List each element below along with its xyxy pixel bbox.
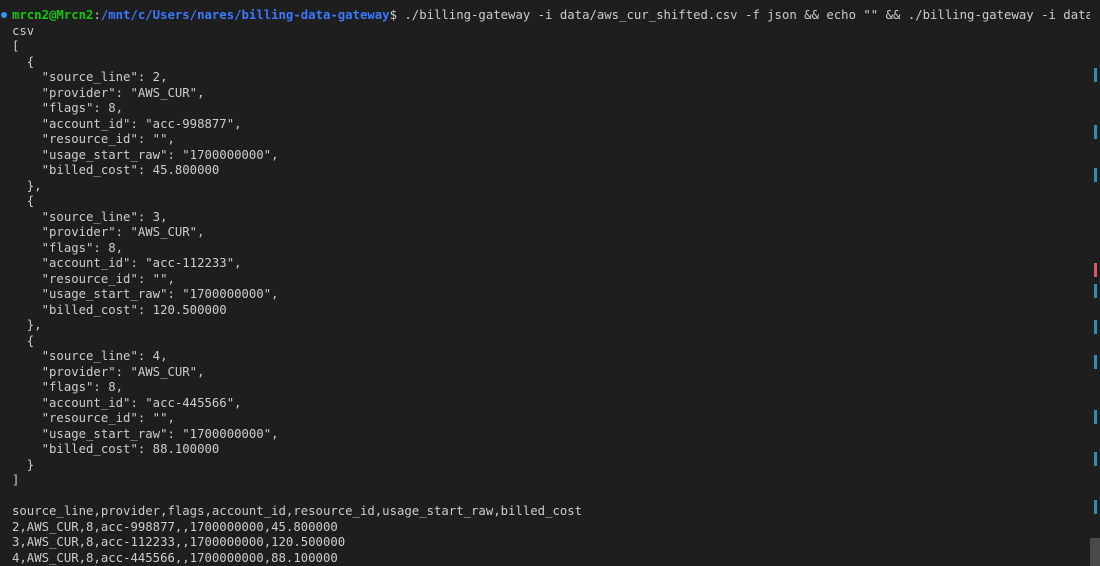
scrollbar-marker: [1094, 284, 1097, 298]
json-output-line: "usage_start_raw": "1700000000",: [12, 287, 279, 301]
json-output-line: "source_line": 3,: [12, 209, 168, 224]
json-output-line: "flags": 8,: [12, 240, 124, 255]
json-output-line: {: [12, 333, 35, 348]
json-output-line: "billed_cost": 120.500000: [12, 302, 227, 317]
scrollbar-marker: [1094, 125, 1097, 139]
json-output-line: "account_id": "acc-445566",: [12, 395, 242, 410]
json-output-line: "flags": 8,: [12, 101, 124, 115]
command-text: ./billing-gateway -i data/aws_cur_shifte…: [404, 8, 1090, 22]
json-output-line: "provider": "AWS_CUR",: [12, 364, 205, 379]
json-output-line: [: [12, 39, 20, 53]
json-output-line: "account_id": "acc-998877",: [12, 116, 242, 131]
json-output-line: "billed_cost": 88.100000: [12, 442, 220, 456]
prompt-path: /mnt/c/Users/nares/billing-data-gateway: [100, 8, 390, 22]
prompt-dollar: $: [389, 8, 397, 22]
json-output-line: {: [12, 54, 35, 69]
json-output-line: "source_line": 4,: [12, 349, 168, 363]
command-continuation: csv: [12, 23, 35, 38]
json-output-block: [ { "source_line": 2, "provider": "AWS_C…: [12, 39, 1090, 504]
csv-output-line: 3,AWS_CUR,8,acc-112233,,1700000000,120.5…: [12, 535, 346, 549]
csv-output-block: source_line,provider,flags,account_id,re…: [12, 504, 1090, 566]
json-output-line: "account_id": "acc-112233",: [12, 256, 242, 270]
terminal-output[interactable]: mrcn2@Mrcn2:/mnt/c/Users/nares/billing-d…: [0, 0, 1090, 566]
scrollbar-marker: [1094, 263, 1097, 277]
scrollbar-marker: [1094, 452, 1097, 466]
json-output-line: "source_line": 2,: [12, 70, 168, 84]
json-output-line: },: [12, 178, 42, 193]
csv-output-line: 2,AWS_CUR,8,acc-998877,,1700000000,45.80…: [12, 519, 338, 534]
scrollbar-marker: [1094, 168, 1097, 182]
json-output-line: "provider": "AWS_CUR",: [12, 225, 205, 239]
json-output-line: ]: [12, 473, 20, 487]
scrollbar-thumb[interactable]: [1090, 538, 1100, 566]
prompt-line: mrcn2@Mrcn2:/mnt/c/Users/nares/billing-d…: [12, 8, 1090, 24]
json-output-line: "flags": 8,: [12, 380, 124, 394]
prompt-user-host: mrcn2@Mrcn2: [12, 8, 94, 22]
json-output-line: "usage_start_raw": "1700000000",: [12, 426, 279, 441]
json-output-line: "billed_cost": 45.800000: [12, 163, 220, 177]
json-output-line: "resource_id": "",: [12, 411, 175, 425]
json-output-line: [12, 489, 1090, 505]
scrollbar-marker: [1094, 500, 1097, 514]
json-output-line: },: [12, 318, 42, 332]
prompt-colon: :: [93, 8, 101, 22]
json-output-line: "resource_id": "",: [12, 132, 175, 146]
json-output-line: }: [12, 457, 35, 472]
csv-output-line: 4,AWS_CUR,8,acc-445566,,1700000000,88.10…: [12, 550, 338, 565]
terminal-scrollbar[interactable]: [1090, 0, 1100, 566]
json-output-line: {: [12, 194, 35, 208]
scrollbar-marker: [1094, 320, 1097, 334]
json-output-line: "resource_id": "",: [12, 271, 175, 286]
scrollbar-marker: [1094, 68, 1097, 82]
json-output-line: "usage_start_raw": "1700000000",: [12, 147, 279, 162]
scrollbar-marker: [1094, 355, 1097, 369]
json-output-line: "provider": "AWS_CUR",: [12, 85, 205, 100]
csv-output-line: source_line,provider,flags,account_id,re…: [12, 504, 583, 518]
scrollbar-marker: [1094, 410, 1097, 424]
